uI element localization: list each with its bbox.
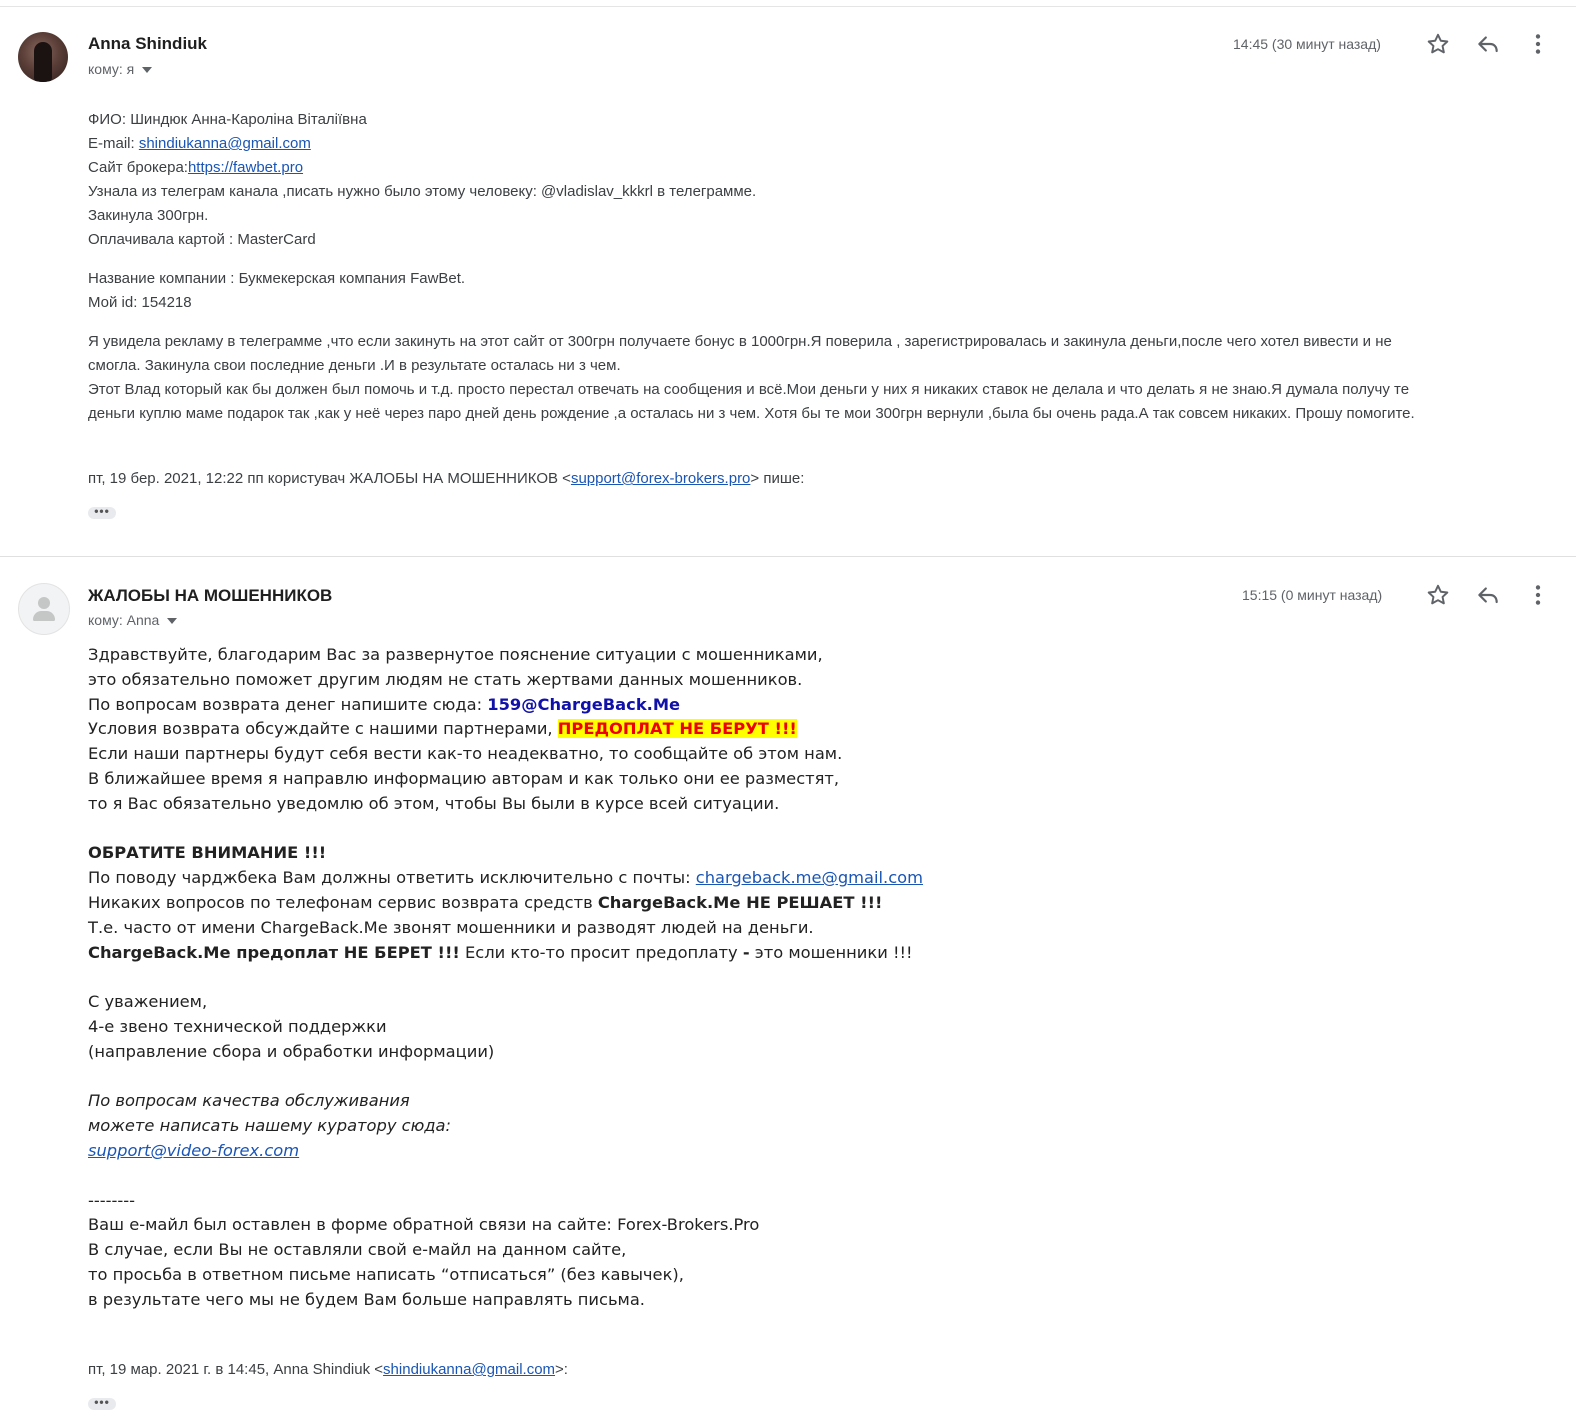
show-trimmed-content-button[interactable]: •••	[88, 505, 116, 519]
reply-icon[interactable]	[1475, 582, 1501, 608]
sender-avatar[interactable]	[18, 583, 70, 635]
body-line: Здравствуйте, благодарим Вас за разверну…	[88, 645, 823, 664]
chargeback-gmail-link[interactable]: chargeback.me@gmail.com	[696, 868, 923, 887]
body-line: деньги куплю маме подарок так ,как у неё…	[88, 405, 1415, 422]
quote-email-link[interactable]: support@forex-brokers.pro	[571, 470, 750, 487]
body-line: Название компании : Букмекерская компани…	[88, 270, 466, 287]
site-link[interactable]: https://fawbet.pro	[188, 159, 303, 176]
body-line: В ближайшее время я направлю информацию …	[88, 768, 840, 788]
body-line: Этот Влад который как бы должен был помо…	[88, 381, 1410, 398]
show-trimmed-content-button[interactable]: •••	[88, 1396, 116, 1410]
body-line: Я увидела рекламу в телеграмме ,что если…	[88, 333, 1392, 350]
more-vert-icon[interactable]	[1525, 31, 1551, 57]
body-line: По вопросам возврата денег напишите сюда…	[88, 694, 681, 714]
chevron-down-icon[interactable]	[167, 618, 178, 625]
sender-name[interactable]: ЖАЛОБЫ НА МОШЕННИКОВ	[88, 586, 332, 606]
quote-email-link[interactable]: shindiukanna@gmail.com	[383, 1361, 555, 1378]
body-line: Никаких вопросов по телефонам сервис воз…	[88, 892, 883, 912]
body-line: Мой id: 154218	[88, 294, 192, 311]
chevron-down-icon[interactable]	[142, 67, 153, 74]
body-line: то просьба в ответном письме написать “о…	[88, 1264, 684, 1284]
email-link[interactable]: shindiukanna@gmail.com	[139, 135, 311, 152]
body-line: то я Вас обязательно уведомлю об этом, ч…	[88, 793, 780, 813]
body-line: --------	[88, 1190, 135, 1210]
body-line: Т.е. часто от имени ChargeBack.Me звонят…	[88, 917, 814, 937]
message-time: 15:15 (0 минут назад)	[1242, 587, 1383, 603]
curator-email-link[interactable]: support@video-forex.com	[88, 1141, 299, 1160]
star-icon[interactable]	[1425, 582, 1451, 608]
recipient-label: кому: Anna	[88, 612, 160, 628]
recipient-details[interactable]: кому: я	[88, 61, 153, 77]
body-line: Оплачивала картой : MasterCard	[88, 231, 316, 248]
body-line: По вопросам качества обслуживания	[88, 1091, 410, 1111]
body-line: Ваш е-майл был оставлен в форме обратной…	[88, 1215, 760, 1235]
chargeback-email[interactable]: 159@ChargeBack.Me	[487, 695, 680, 714]
body-line: По поводу чарджбека Вам должны ответить …	[88, 868, 923, 888]
body-line: можете написать нашему куратору сюда:	[88, 1116, 452, 1136]
reply-icon[interactable]	[1475, 31, 1501, 57]
quote-header: пт, 19 мар. 2021 г. в 14:45, Anna Shindi…	[88, 1361, 568, 1378]
body-line: смогла. Закинула свои последние деньги .…	[88, 357, 621, 374]
body-line: это обязательно поможет другим людям не …	[88, 669, 803, 689]
sender-name[interactable]: Anna Shindiuk	[88, 34, 207, 54]
body-line: Если наши партнеры будут себя вести как-…	[88, 744, 843, 764]
attention-heading: ОБРАТИТЕ ВНИМАНИЕ !!!	[88, 843, 327, 863]
body-line: Условия возврата обсуждайте с нашими пар…	[88, 719, 797, 739]
message-divider	[0, 556, 1576, 557]
message-body: Здравствуйте, благодарим Вас за разверну…	[88, 643, 923, 1313]
message-body: ФИО: Шиндюк Анна-Кароліна Віталіївна E-m…	[88, 108, 1415, 426]
body-line: E-mail: shindiukanna@gmail.com	[88, 135, 311, 152]
recipient-details[interactable]: кому: Anna	[88, 612, 178, 628]
body-line: 4-е звено технической поддержки	[88, 1016, 387, 1036]
body-line: ФИО: Шиндюк Анна-Кароліна Віталіївна	[88, 111, 367, 128]
sender-avatar[interactable]	[18, 32, 68, 82]
body-line: Узнала из телеграм канала ,писать нужно …	[88, 183, 757, 200]
body-line: В случае, если Вы не оставляли свой е-ма…	[88, 1240, 627, 1260]
recipient-label: кому: я	[88, 61, 135, 77]
body-line: Закинула 300грн.	[88, 207, 209, 224]
more-vert-icon[interactable]	[1525, 582, 1551, 608]
highlight-warning: ПРЕДОПЛАТ НЕ БЕРУТ !!!	[557, 719, 797, 739]
body-line: ChargeBack.Me предоплат НЕ БЕРЕТ !!! Есл…	[88, 942, 913, 962]
star-icon[interactable]	[1425, 31, 1451, 57]
body-line: С уважением,	[88, 992, 208, 1012]
body-line: (направление сбора и обработки информаци…	[88, 1041, 495, 1061]
top-divider	[0, 6, 1576, 7]
quote-header: пт, 19 бер. 2021, 12:22 пп користувач ЖА…	[88, 470, 805, 487]
message-time: 14:45 (30 минут назад)	[1233, 36, 1381, 52]
body-line: Сайт брокера:https://fawbet.pro	[88, 159, 304, 176]
body-line: в результате чего мы не будем Вам больше…	[88, 1289, 645, 1309]
